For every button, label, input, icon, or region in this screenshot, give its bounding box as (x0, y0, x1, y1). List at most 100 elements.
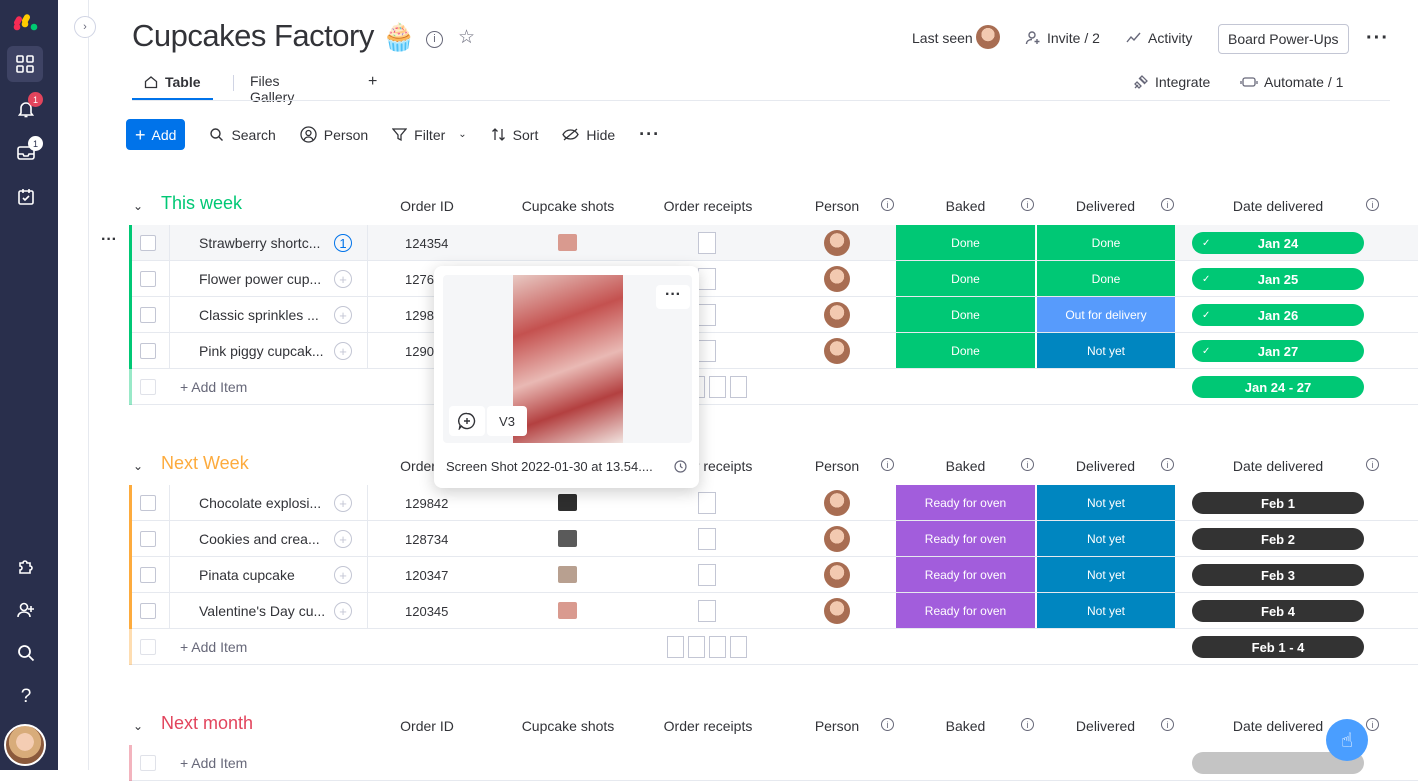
column-header-delivered[interactable]: Delivered (1036, 458, 1175, 474)
filter-button[interactable]: Filter ⌄ (392, 127, 467, 143)
delivered-status[interactable]: Done (1036, 261, 1175, 296)
board-title[interactable]: Cupcakes Factory 🧁 (132, 18, 416, 54)
integrate-button[interactable]: Integrate (1133, 66, 1210, 98)
item-name[interactable]: Strawberry shortc... (199, 235, 320, 251)
date-delivered[interactable]: Feb 1 (1192, 492, 1364, 514)
last-seen[interactable]: Last seen (912, 22, 1000, 54)
group-collapse-chevron-icon[interactable]: ⌄ (133, 459, 143, 473)
board-info-icon[interactable]: i (426, 29, 443, 48)
person-avatar[interactable] (824, 266, 850, 292)
cupcake-shot-thumbnail[interactable] (558, 530, 577, 547)
table-row[interactable]: Cookies and crea... +128734 Ready for oven… (129, 521, 1418, 557)
person-avatar[interactable] (824, 490, 850, 516)
order-id[interactable]: 128734 (405, 532, 448, 547)
inbox-icon[interactable]: 1 (13, 136, 43, 166)
sort-button[interactable]: Sort (491, 127, 538, 143)
baked-status[interactable]: Done (896, 297, 1035, 332)
person-avatar[interactable] (824, 562, 850, 588)
item-name[interactable]: Flower power cup... (199, 271, 321, 287)
add-update-icon[interactable]: + (334, 494, 352, 512)
hide-button[interactable]: Hide (562, 127, 615, 143)
row-more-menu-icon[interactable]: ··· (101, 231, 117, 249)
column-header-receipts[interactable]: Order receipts (638, 718, 778, 734)
column-info-icon[interactable]: i (881, 198, 894, 211)
add-update-icon[interactable]: + (334, 306, 352, 324)
column-header-date[interactable]: Date delivered (1176, 198, 1380, 214)
activity-button[interactable]: Activity (1126, 22, 1192, 54)
table-row[interactable]: Classic sprinkles ... +1298 Done Out for de… (129, 297, 1418, 333)
baked-status[interactable]: Done (896, 225, 1035, 260)
table-row[interactable]: Flower power cup... +1276 Done Done ✓ Jan 25 (129, 261, 1418, 297)
floating-help-hand-icon[interactable]: ☝ (1326, 719, 1368, 761)
item-name[interactable]: Chocolate explosi... (199, 495, 321, 511)
row-checkbox[interactable] (140, 495, 156, 511)
help-question-icon[interactable]: ? (13, 684, 39, 710)
workspace-grid-icon[interactable] (7, 46, 43, 82)
column-header-receipts[interactable]: Order receipts (638, 198, 778, 214)
column-info-icon[interactable]: i (1161, 718, 1174, 731)
table-row[interactable]: Pink piggy cupcak... +1290 Done Not yet ✓ Jan… (129, 333, 1418, 369)
row-checkbox[interactable] (140, 531, 156, 547)
file-preview-popup[interactable]: ··· V3 Screen Shot 2022-01-30 at 13.54..… (434, 266, 699, 488)
row-checkbox[interactable] (140, 271, 156, 287)
updates-count-icon[interactable]: 1 (334, 234, 352, 252)
column-header-baked[interactable]: Baked (896, 198, 1035, 214)
cupcake-shot-thumbnail[interactable] (558, 566, 577, 583)
date-delivered[interactable]: ✓ Jan 25 (1192, 268, 1364, 290)
person-avatar[interactable] (824, 302, 850, 328)
item-name[interactable]: Valentine's Day cu... (199, 603, 325, 619)
order-receipt-file[interactable] (698, 528, 716, 550)
file-history-clock-icon[interactable] (674, 460, 687, 478)
cupcake-shot-thumbnail[interactable] (558, 602, 577, 619)
column-header-person[interactable]: Person (778, 198, 896, 214)
delivered-status[interactable]: Done (1036, 225, 1175, 260)
tab-table[interactable]: Table (132, 66, 213, 100)
add-update-icon[interactable]: + (334, 270, 352, 288)
invite-member-icon[interactable] (13, 597, 39, 623)
date-delivered[interactable]: Feb 4 (1192, 600, 1364, 622)
row-checkbox[interactable] (140, 235, 156, 251)
order-receipt-file[interactable] (698, 492, 716, 514)
add-update-icon[interactable]: + (334, 566, 352, 584)
baked-status[interactable]: Done (896, 333, 1035, 368)
add-update-icon[interactable]: + (334, 602, 352, 620)
column-info-icon[interactable]: i (1021, 198, 1034, 211)
monday-logo-icon[interactable] (13, 10, 39, 36)
baked-status[interactable]: Done (896, 261, 1035, 296)
order-id[interactable]: 129842 (405, 496, 448, 511)
add-item-row[interactable]: + Add Item Feb 1 - 4 (129, 629, 1418, 665)
group-collapse-chevron-icon[interactable]: ⌄ (133, 719, 143, 733)
cupcake-shot-thumbnail[interactable] (558, 234, 577, 251)
user-avatar[interactable] (4, 724, 46, 766)
row-checkbox[interactable] (140, 307, 156, 323)
column-header-shots[interactable]: Cupcake shots (498, 718, 638, 734)
version-badge[interactable]: V3 (487, 406, 527, 436)
baked-status[interactable]: Ready for oven (896, 557, 1035, 592)
column-header-date[interactable]: Date delivered (1176, 458, 1380, 474)
delivered-status[interactable]: Out for delivery (1036, 297, 1175, 332)
toolbar-more-icon[interactable]: ··· (639, 124, 660, 145)
person-avatar[interactable] (824, 230, 850, 256)
date-summary[interactable]: Jan 24 - 27 (1192, 376, 1364, 398)
column-info-icon[interactable]: i (881, 718, 894, 731)
apps-puzzle-icon[interactable] (13, 553, 39, 579)
date-delivered[interactable]: Feb 3 (1192, 564, 1364, 586)
date-delivered[interactable]: ✓ Jan 27 (1192, 340, 1364, 362)
tab-files-gallery[interactable]: Files Gallery (238, 66, 306, 112)
baked-status[interactable]: Ready for oven (896, 485, 1035, 520)
invite-button[interactable]: Invite / 2 (1025, 22, 1100, 54)
board-more-menu-icon[interactable]: ··· (1366, 27, 1389, 50)
delivered-status[interactable]: Not yet (1036, 521, 1175, 556)
item-name[interactable]: Cookies and crea... (199, 531, 320, 547)
column-header-delivered[interactable]: Delivered (1036, 718, 1175, 734)
table-row[interactable]: Strawberry shortc... 1 124354 Done Done ✓ Jan … (101, 225, 1418, 261)
column-header-shots[interactable]: Cupcake shots (498, 198, 638, 214)
column-info-icon[interactable]: i (1366, 458, 1379, 471)
add-item-input[interactable]: + Add Item (180, 639, 247, 655)
my-work-calendar-icon[interactable] (13, 184, 39, 210)
group-title[interactable]: Next Week (161, 453, 249, 474)
group-title[interactable]: This week (161, 193, 242, 214)
column-header-baked[interactable]: Baked (896, 718, 1035, 734)
date-delivered[interactable]: ✓ Jan 24 (1192, 232, 1364, 254)
date-delivered[interactable]: Feb 2 (1192, 528, 1364, 550)
